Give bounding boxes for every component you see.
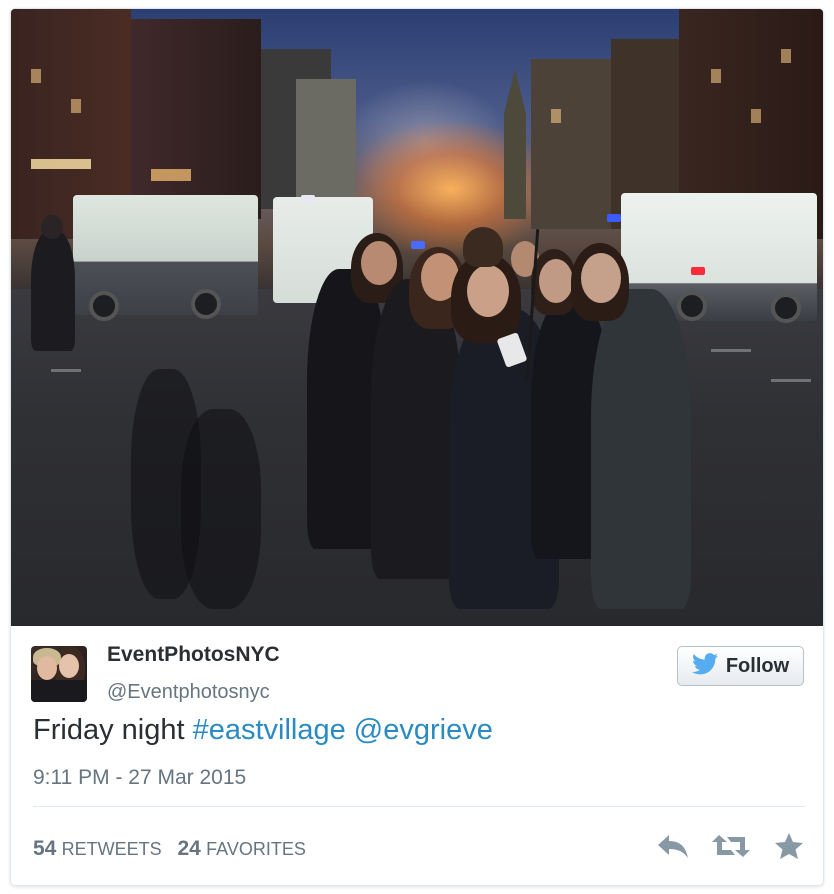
- tweet-card: EventPhotosNYC @Eventphotosnyc Follow Fr…: [10, 8, 824, 886]
- favorites-count: 24: [177, 837, 201, 860]
- favorite-button[interactable]: [771, 832, 807, 865]
- hashtag-link[interactable]: #eastvillage: [193, 714, 346, 746]
- twitter-bird-icon: [691, 652, 718, 680]
- retweets-label: RETWEETS: [61, 839, 162, 859]
- retweet-button[interactable]: [711, 833, 751, 864]
- tweet-photo[interactable]: [11, 9, 823, 626]
- avatar[interactable]: [31, 646, 87, 702]
- reply-button[interactable]: [655, 833, 691, 863]
- tweet-text-plain: Friday night: [33, 714, 193, 746]
- tweet-actions: [655, 831, 807, 865]
- retweet-icon: [711, 833, 751, 864]
- display-name[interactable]: EventPhotosNYC: [107, 643, 280, 667]
- mention-link[interactable]: @evgrieve: [354, 714, 493, 746]
- reply-icon: [656, 833, 690, 864]
- user-handle[interactable]: @Eventphotosnyc: [107, 681, 270, 704]
- retweets-stat[interactable]: 54 RETWEETS: [33, 837, 167, 860]
- star-icon: [774, 832, 804, 865]
- tweet-timestamp[interactable]: 9:11 PM - 27 Mar 2015: [33, 766, 246, 790]
- tweet-text: Friday night #eastvillage @evgrieve: [33, 714, 493, 747]
- retweets-count: 54: [33, 837, 57, 860]
- tweet-stats: 54 RETWEETS 24 FAVORITES: [33, 837, 306, 861]
- favorites-label: FAVORITES: [206, 839, 306, 859]
- follow-label: Follow: [725, 654, 790, 677]
- divider: [33, 806, 805, 807]
- follow-button[interactable]: Follow: [677, 646, 804, 686]
- favorites-stat[interactable]: 24 FAVORITES: [177, 837, 306, 860]
